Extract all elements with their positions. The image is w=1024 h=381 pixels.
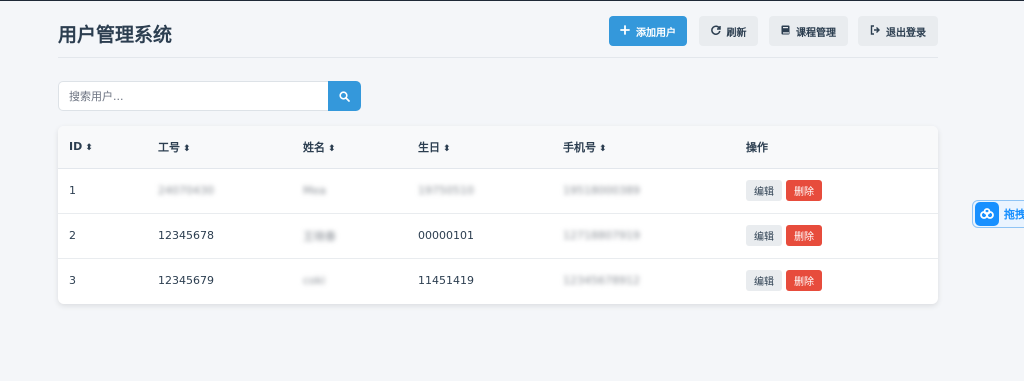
sort-icon: ⬍	[328, 143, 336, 154]
logout-button[interactable]: 退出登录	[858, 16, 938, 46]
cell-id: 1	[58, 168, 158, 214]
cell-job-no: 12345678	[158, 213, 303, 259]
cell-job-no: 24070430	[158, 168, 303, 214]
sort-icon: ⬍	[183, 143, 191, 154]
cell-birthday: 19750510	[418, 168, 563, 214]
cell-actions: 编辑 删除	[746, 168, 938, 214]
main-container: 用户管理系统 添加用户 刷新 课程管理 退出登录 搜索用户... ID ⬍ 工号…	[58, 0, 938, 304]
column-header-label: 手机号	[563, 140, 596, 154]
page-header: 用户管理系统 添加用户 刷新 课程管理 退出登录	[58, 0, 938, 58]
refresh-button[interactable]: 刷新	[699, 16, 758, 46]
logout-icon	[870, 25, 880, 37]
cell-birthday: 00000101	[418, 213, 563, 259]
search-bar	[58, 81, 361, 111]
table-row: 1 24070430 Mea 19750510 19518000389 编辑 删除	[58, 168, 938, 214]
floating-tab-label: 拖拽	[1004, 208, 1024, 221]
search-button[interactable]	[328, 81, 361, 111]
add-user-button[interactable]: 添加用户	[609, 16, 687, 46]
column-header-birthday[interactable]: 生日 ⬍	[418, 126, 563, 169]
sort-icon: ⬍	[599, 143, 607, 154]
column-header-name[interactable]: 姓名 ⬍	[303, 126, 418, 169]
cell-id: 2	[58, 213, 158, 259]
cell-actions: 编辑 删除	[746, 213, 938, 259]
column-header-job-no[interactable]: 工号 ⬍	[158, 126, 303, 169]
sort-icon: ⬍	[443, 143, 451, 154]
cell-name: 王晓春	[303, 213, 418, 259]
search-input[interactable]	[58, 81, 328, 111]
refresh-label: 刷新	[726, 27, 747, 39]
cell-birthday: 11451419	[418, 274, 474, 288]
delete-button[interactable]: 删除	[786, 180, 822, 201]
cloud-icon	[975, 202, 999, 226]
column-header-label: 姓名	[303, 140, 325, 154]
column-header-phone[interactable]: 手机号 ⬍	[563, 126, 746, 169]
page-title: 用户管理系统	[58, 24, 173, 46]
floating-drag-tab[interactable]: 拖拽	[972, 200, 1024, 228]
delete-button[interactable]: 删除	[786, 225, 822, 246]
column-header-label: 工号	[158, 140, 180, 154]
cell-phone: 12718807919	[563, 213, 746, 259]
refresh-icon	[710, 25, 721, 37]
column-header-label: ID	[69, 140, 83, 154]
cell-job-no: 12345679	[158, 274, 214, 288]
user-table: ID ⬍ 工号 ⬍ 姓名 ⬍ 生日 ⬍ 手机号 ⬍ 操作 1 24070430 Mea 1…	[58, 126, 938, 303]
column-header-label: 生日	[418, 140, 440, 154]
cell-phone: 19518000389	[563, 168, 746, 214]
user-table-card: ID ⬍ 工号 ⬍ 姓名 ⬍ 生日 ⬍ 手机号 ⬍ 操作 1 24070430 Mea 1…	[58, 126, 938, 304]
column-header-id[interactable]: ID ⬍	[58, 126, 158, 169]
cell-phone: 12345678912	[563, 274, 640, 288]
column-header-actions: 操作	[746, 126, 938, 169]
edit-button[interactable]: 编辑	[746, 225, 782, 246]
delete-button[interactable]: 删除	[786, 270, 822, 292]
logout-label: 退出登录	[886, 27, 926, 39]
cell-name: coki	[303, 274, 326, 288]
edit-button[interactable]: 编辑	[746, 270, 782, 292]
cell-actions: 编辑 删除	[746, 258, 938, 303]
book-icon	[781, 25, 790, 37]
add-user-label: 添加用户	[636, 27, 676, 39]
table-row: 2 12345678 王晓春 00000101 12718807919 编辑 删除	[58, 213, 938, 259]
edit-button[interactable]: 编辑	[746, 180, 782, 201]
search-icon	[339, 87, 350, 106]
table-header-row: ID ⬍ 工号 ⬍ 姓名 ⬍ 生日 ⬍ 手机号 ⬍ 操作	[58, 126, 938, 169]
sort-icon: ⬍	[85, 143, 93, 154]
cell-id: 3	[69, 274, 76, 288]
plus-icon	[620, 25, 630, 37]
course-manage-button[interactable]: 课程管理	[769, 16, 848, 46]
cell-name: Mea	[303, 168, 418, 214]
table-row: 3 12345679 coki 11451419 12345678912 编辑删…	[58, 258, 938, 303]
course-manage-label: 课程管理	[796, 27, 836, 39]
